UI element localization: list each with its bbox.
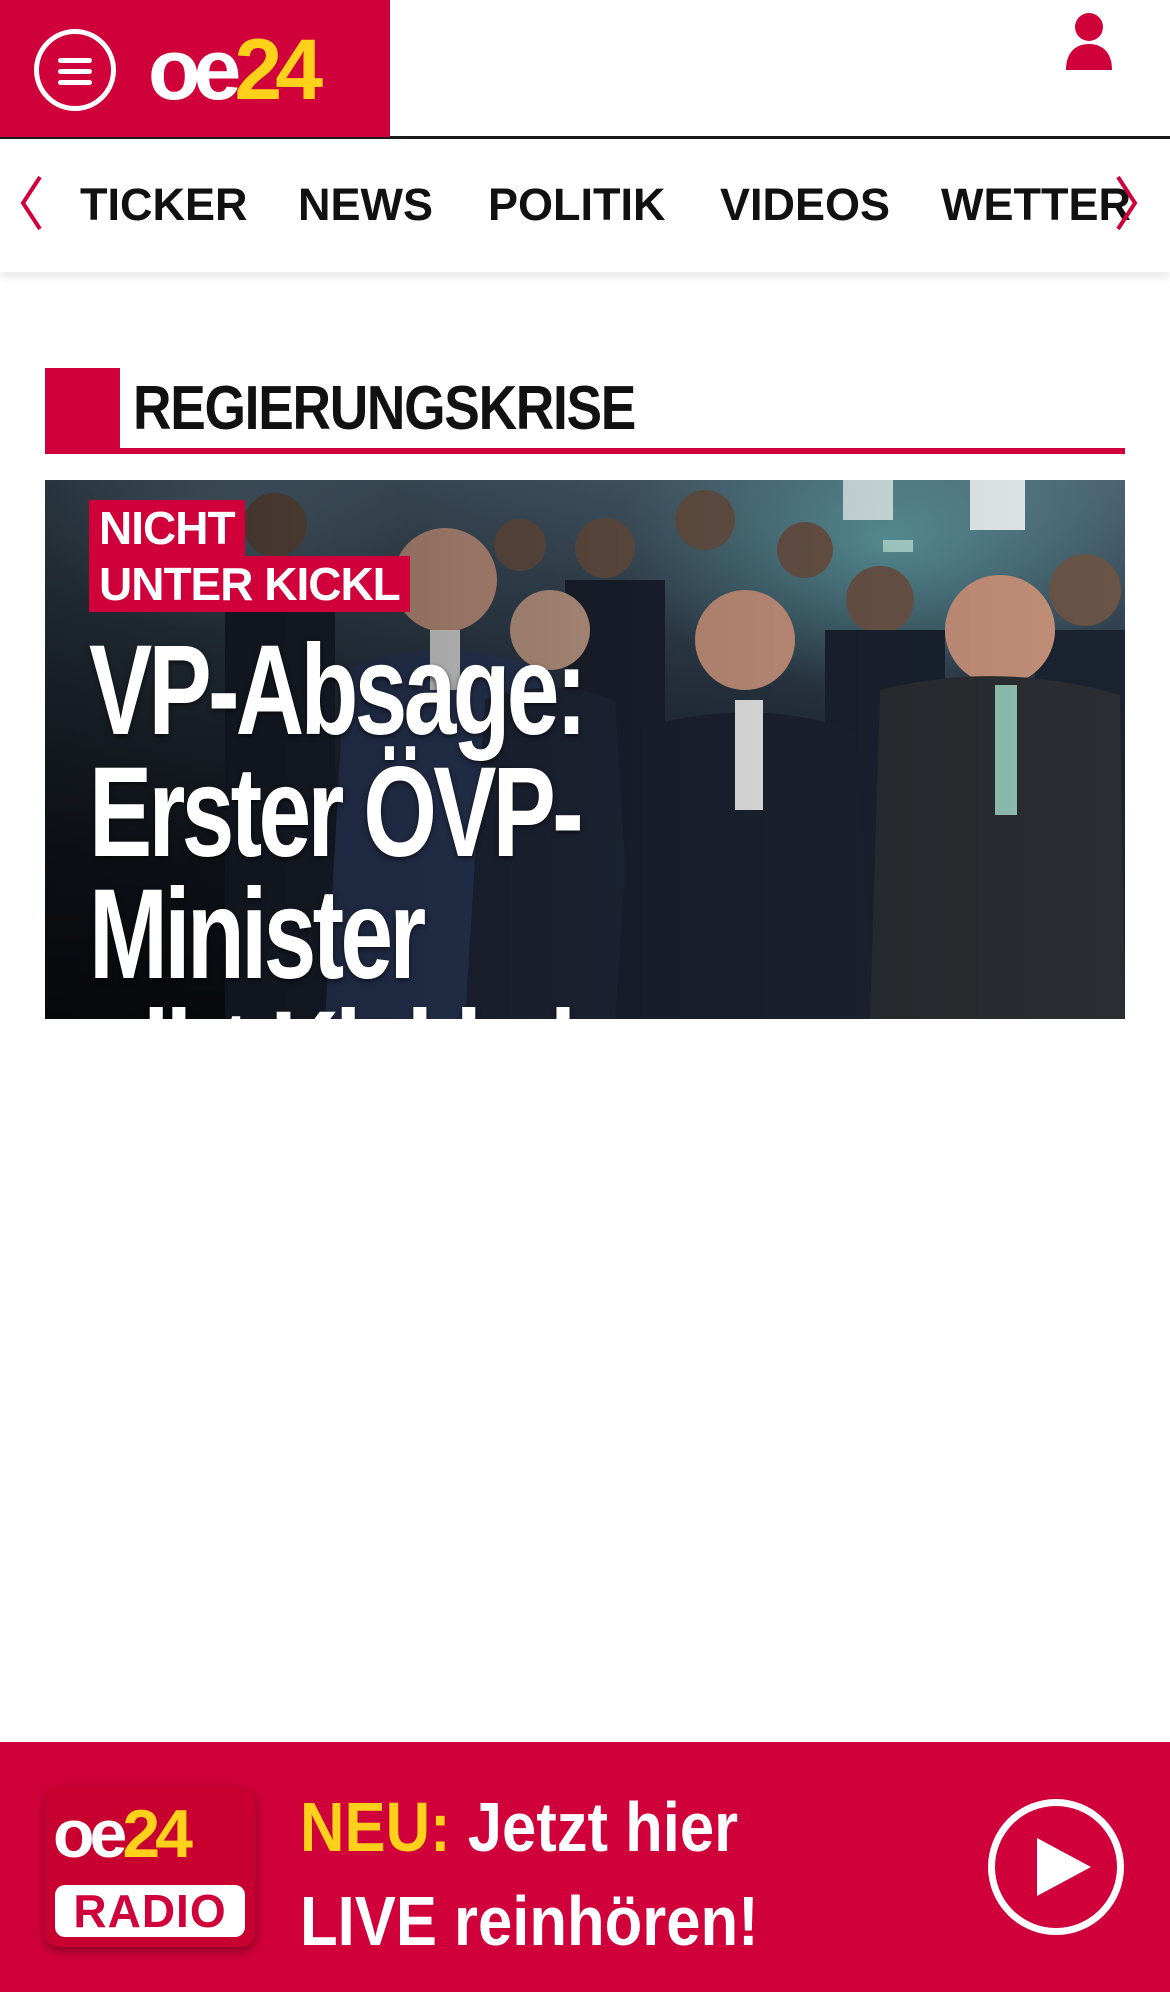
radio-banner[interactable]: oe24 RADIO NEU: Jetzt hier LIVE reinhöre… [0, 1742, 1170, 1992]
radio-promo-line1-rest: Jetzt hier [467, 1788, 739, 1866]
nav-item-ticker[interactable]: TICKER [80, 179, 248, 231]
category-nav: TICKER NEWS POLITIK VIDEOS WETTER [0, 139, 1170, 272]
nav-item-news[interactable]: NEWS [298, 179, 433, 231]
hero-headline[interactable]: VP-Absage: Erster ÖVP-Minister gibt Kick… [89, 619, 829, 1020]
chevron-right-icon[interactable] [1114, 173, 1140, 233]
radio-neu-label: NEU: [300, 1788, 451, 1866]
radio-promo-text[interactable]: NEU: Jetzt hier LIVE reinhören! [300, 1780, 759, 1968]
radio-logo[interactable]: oe24 RADIO [45, 1787, 255, 1947]
section-accent-block [45, 368, 120, 454]
nav-item-wetter[interactable]: WETTER [941, 179, 1131, 231]
nav-item-videos[interactable]: VIDEOS [720, 179, 890, 231]
site-logo[interactable]: oe24 [148, 20, 323, 120]
hero-headline-line2: Erster ÖVP-Minister [89, 741, 584, 1006]
brand-box: oe24 [0, 0, 390, 137]
radio-promo-line2: LIVE reinhören! [300, 1882, 759, 1960]
play-icon [1037, 1838, 1091, 1896]
nav-item-politik[interactable]: POLITIK [488, 179, 666, 231]
chevron-left-icon[interactable] [18, 173, 44, 233]
play-button[interactable] [988, 1799, 1124, 1935]
section-title[interactable]: REGIERUNGSKRISE [133, 368, 636, 450]
hero-kicker-line2: UNTER KICKL [89, 556, 410, 612]
site-header: oe24 [0, 0, 1170, 139]
radio-logo-wordmark: oe24 [53, 1796, 193, 1872]
section-heading: REGIERUNGSKRISE [45, 368, 1125, 456]
user-icon[interactable] [1064, 12, 1114, 70]
hero-headline-line3: gibt Kickl einen Korb [89, 993, 829, 1020]
radio-promo-line1: NEU: Jetzt hier [300, 1780, 759, 1874]
hero-headline-line1: VP-Absage: [89, 619, 587, 762]
hamburger-menu-icon[interactable] [34, 29, 116, 111]
hero-article[interactable]: NICHT UNTER KICKL VP-Absage: Erster ÖVP-… [45, 480, 1125, 1019]
radio-logo-label: RADIO [55, 1885, 245, 1937]
hero-kicker-line1: NICHT [89, 500, 245, 556]
